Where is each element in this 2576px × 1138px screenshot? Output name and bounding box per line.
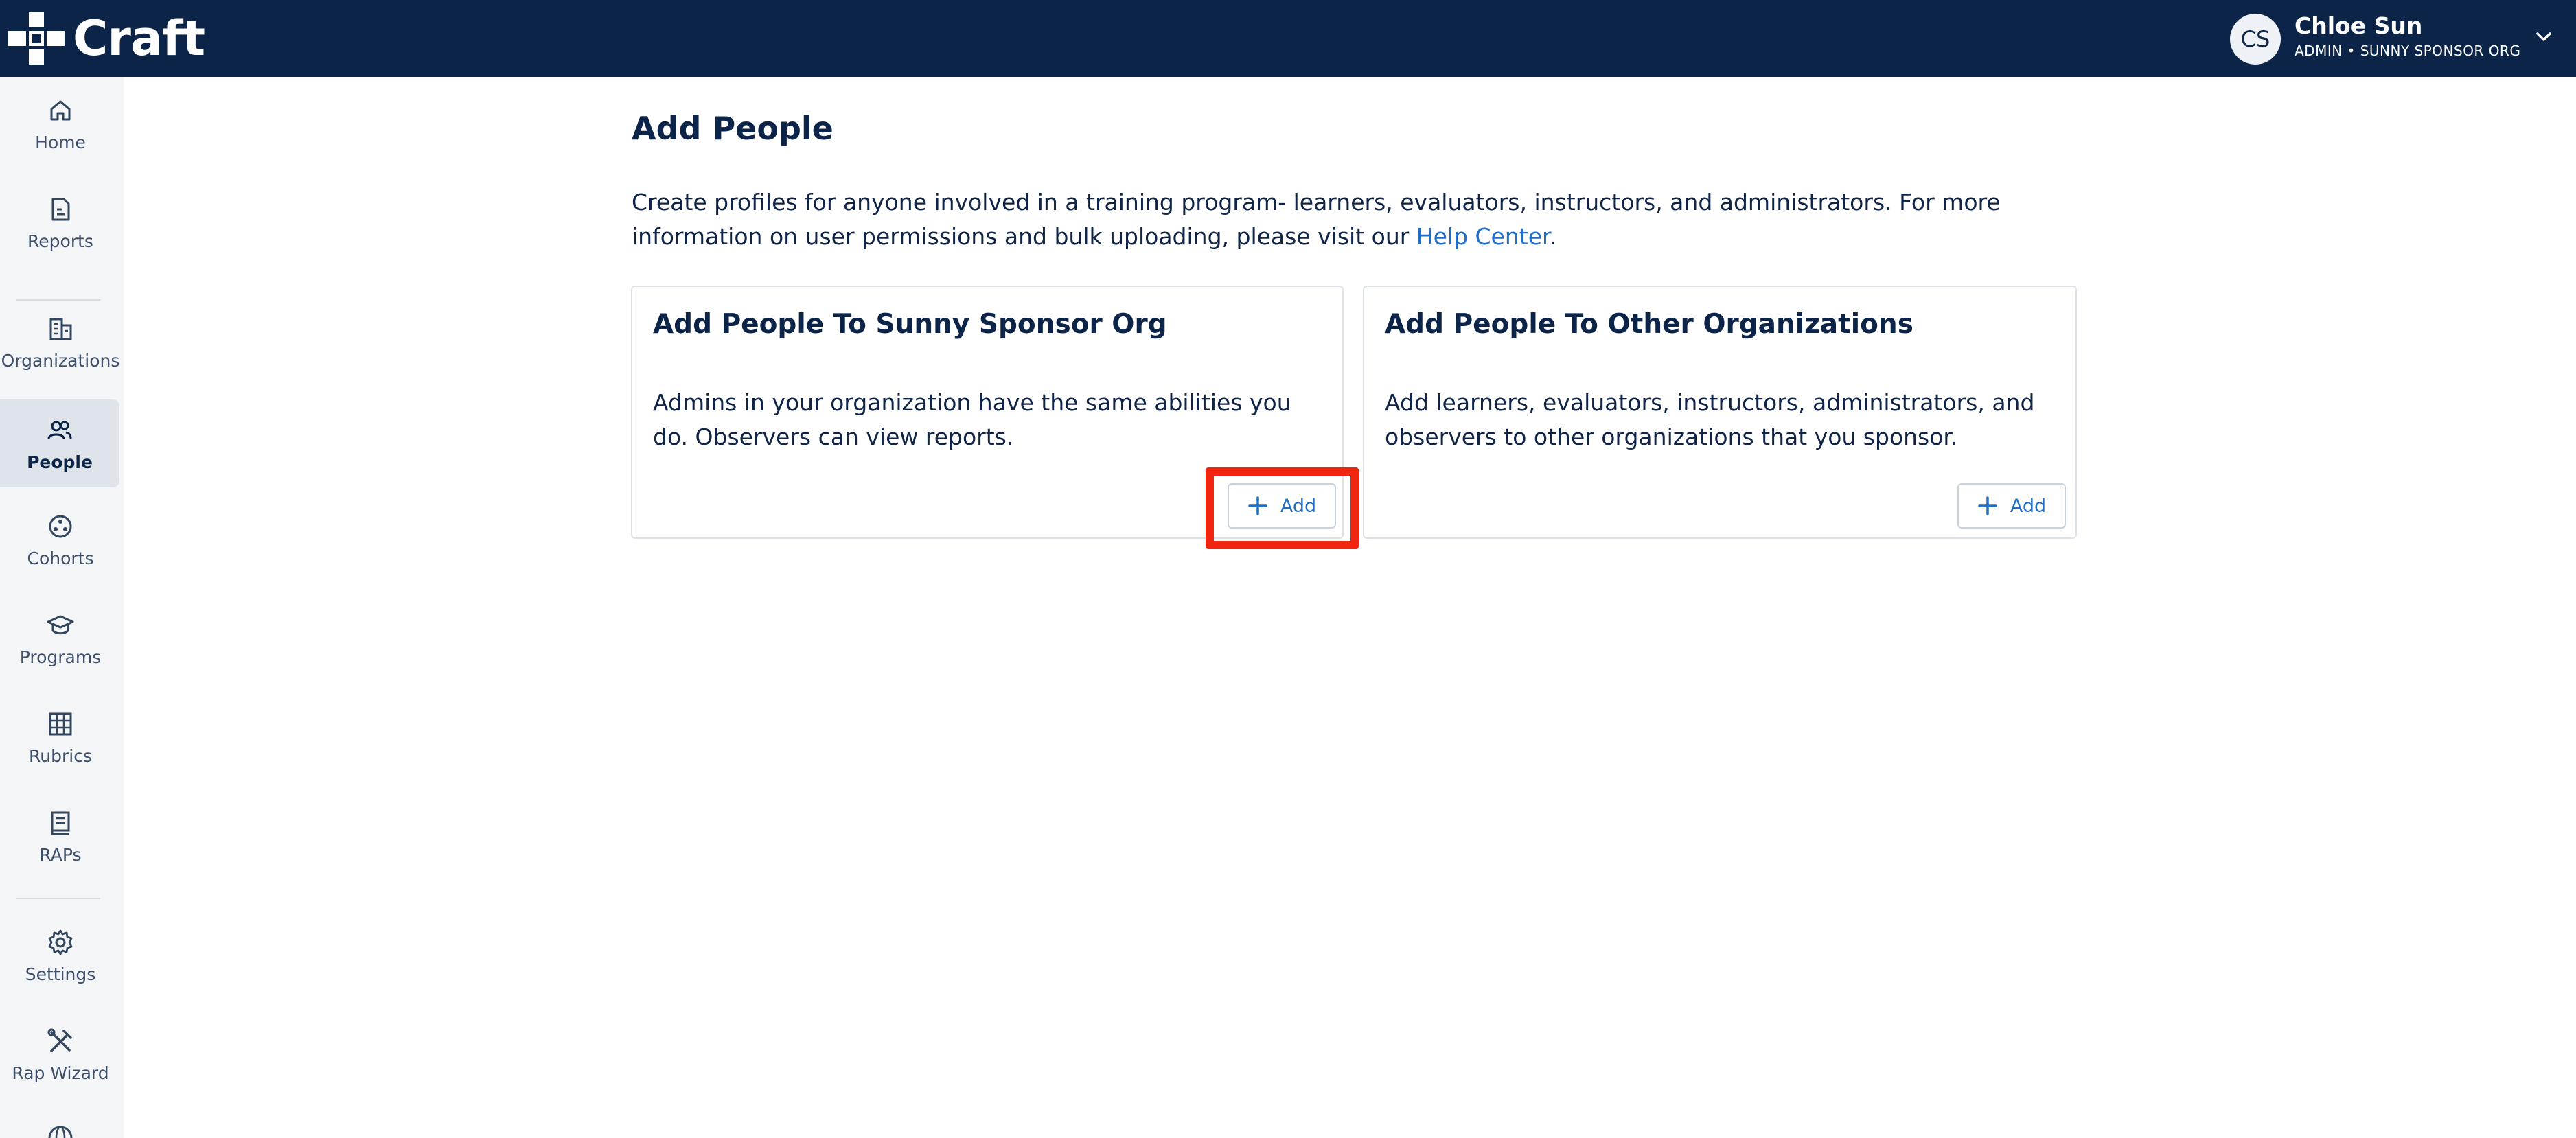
user-role: ADMIN • SUNNY SPONSOR ORG	[2295, 43, 2521, 59]
sidebar-item-people[interactable]: People	[0, 399, 119, 487]
sidebar-item-organizations[interactable]: Organizations	[0, 298, 121, 386]
add-button[interactable]: Add	[1957, 483, 2066, 529]
sidebar-item-label: Rap Wizard	[12, 1062, 109, 1083]
sidebar-item-programs[interactable]: Programs	[0, 594, 121, 682]
sidebar-item-settings[interactable]: Settings	[0, 911, 121, 999]
cohorts-icon	[49, 515, 72, 537]
sidebar: Home Reports Organizations People Cohort…	[0, 77, 124, 1138]
sidebar-item-label: RAPs	[39, 844, 82, 865]
add-button-label: Add	[2010, 495, 2047, 517]
organizations-icon	[49, 318, 72, 340]
intro-text: Create profiles for anyone involved in a…	[632, 185, 2060, 254]
page-title: Add People	[632, 110, 833, 147]
sidebar-item-reports[interactable]: Reports	[0, 178, 121, 266]
sidebar-divider	[16, 898, 100, 899]
sidebar-item-label: Programs	[19, 647, 102, 667]
craft-logo-icon	[8, 12, 65, 65]
user-name[interactable]: Chloe Sun	[2295, 12, 2422, 39]
gear-icon	[48, 929, 73, 955]
tools-icon	[47, 1028, 72, 1052]
sidebar-item-home[interactable]: Home	[0, 80, 121, 167]
card-title: Add People To Other Organizations	[1385, 309, 1913, 340]
sidebar-item-label: Home	[35, 132, 86, 152]
rubrics-icon	[49, 712, 72, 735]
intro-end: .	[1549, 223, 1557, 250]
sidebar-item-rubrics[interactable]: Rubrics	[0, 693, 121, 781]
plus-icon	[1978, 496, 1997, 515]
logo-text: Craft	[73, 10, 205, 67]
raps-icon	[51, 811, 70, 835]
sidebar-item-raps[interactable]: RAPs	[0, 792, 121, 880]
card-description: Admins in your organization have the sam…	[653, 389, 1291, 450]
globe-icon[interactable]	[45, 1124, 76, 1138]
chevron-down-icon[interactable]	[2533, 26, 2554, 47]
avatar[interactable]: CS	[2230, 14, 2281, 65]
home-icon	[50, 100, 71, 120]
top-bar: Craft CS Chloe Sun ADMIN • SUNNY SPONSOR…	[0, 0, 2576, 77]
programs-icon	[47, 615, 74, 634]
add-people-other-orgs-card: Add People To Other Organizations Add le…	[1363, 286, 2077, 539]
craft-logo[interactable]: Craft	[8, 12, 205, 65]
sidebar-item-rap-wizard[interactable]: Rap Wizard	[0, 1010, 121, 1098]
card-title: Add People To Sunny Sponsor Org	[653, 309, 1167, 340]
highlight-box	[1206, 467, 1359, 549]
sidebar-item-label: Settings	[25, 964, 96, 984]
help-center-link[interactable]: Help Center	[1416, 223, 1550, 250]
sidebar-item-label: People	[27, 452, 93, 472]
sidebar-item-label: Cohorts	[27, 548, 94, 568]
card-description: Add learners, evaluators, instructors, a…	[1385, 389, 2035, 450]
sidebar-item-cohorts[interactable]: Cohorts	[0, 496, 121, 583]
sidebar-item-label: Rubrics	[29, 745, 92, 766]
people-icon	[47, 421, 72, 439]
sidebar-item-label: Organizations	[1, 350, 120, 371]
reports-icon	[51, 198, 70, 220]
intro-body: Create profiles for anyone involved in a…	[632, 189, 2001, 250]
sidebar-item-label: Reports	[27, 231, 93, 251]
